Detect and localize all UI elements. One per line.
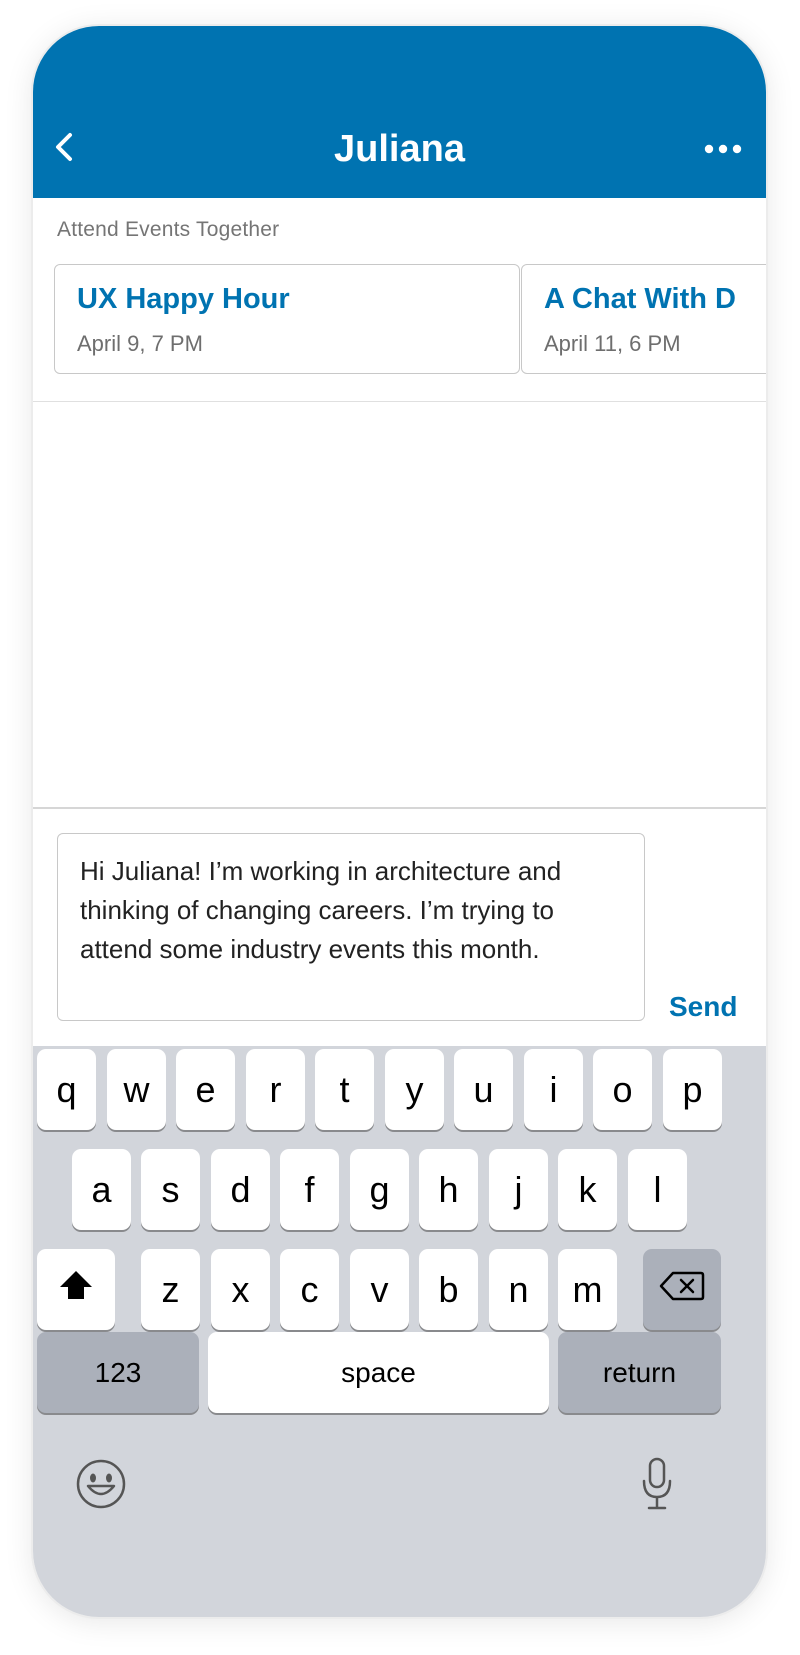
backspace-icon [659, 1269, 705, 1311]
key-n[interactable]: n [489, 1249, 548, 1330]
key-q[interactable]: q [37, 1049, 96, 1130]
key-v[interactable]: v [350, 1249, 409, 1330]
microphone-icon [640, 1457, 674, 1516]
key-e[interactable]: e [176, 1049, 235, 1130]
key-o[interactable]: o [593, 1049, 652, 1130]
return-key[interactable]: return [558, 1332, 721, 1413]
key-g[interactable]: g [350, 1149, 409, 1230]
divider [33, 807, 766, 809]
key-l[interactable]: l [628, 1149, 687, 1230]
ellipsis-icon [704, 141, 742, 159]
key-d[interactable]: d [211, 1149, 270, 1230]
phone-screen: Juliana Attend Events Together UX Happy … [33, 26, 766, 1617]
conversation-header: Juliana [33, 26, 766, 198]
numbers-key[interactable]: 123 [37, 1332, 199, 1413]
shift-key[interactable] [37, 1249, 115, 1330]
key-m[interactable]: m [558, 1249, 617, 1330]
key-f[interactable]: f [280, 1149, 339, 1230]
key-a[interactable]: a [72, 1149, 131, 1230]
emoji-button[interactable] [73, 1458, 129, 1514]
microphone-button[interactable] [637, 1456, 677, 1516]
event-title: UX Happy Hour [77, 283, 290, 315]
event-title: A Chat With D [544, 283, 736, 315]
event-date: April 11, 6 PM [544, 331, 681, 356]
event-card[interactable]: A Chat With D April 11, 6 PM [521, 264, 766, 374]
message-input[interactable]: Hi Juliana! I’m working in architecture … [57, 833, 645, 1021]
send-button[interactable]: Send [669, 991, 737, 1023]
divider [33, 401, 766, 402]
key-t[interactable]: t [315, 1049, 374, 1130]
key-k[interactable]: k [558, 1149, 617, 1230]
more-options-button[interactable] [698, 138, 748, 162]
key-x[interactable]: x [211, 1249, 270, 1330]
event-card[interactable]: UX Happy Hour April 9, 7 PM [54, 264, 520, 374]
key-r[interactable]: r [246, 1049, 305, 1130]
keyboard: q w e r t y u i o p a s d f g h j k l z … [33, 1046, 766, 1617]
page-title: Juliana [334, 128, 465, 170]
key-u[interactable]: u [454, 1049, 513, 1130]
key-y[interactable]: y [385, 1049, 444, 1130]
key-i[interactable]: i [524, 1049, 583, 1130]
key-p[interactable]: p [663, 1049, 722, 1130]
key-c[interactable]: c [280, 1249, 339, 1330]
space-key[interactable]: space [208, 1332, 549, 1413]
event-date: April 9, 7 PM [77, 331, 203, 356]
key-b[interactable]: b [419, 1249, 478, 1330]
delete-key[interactable] [643, 1249, 721, 1330]
key-j[interactable]: j [489, 1149, 548, 1230]
key-h[interactable]: h [419, 1149, 478, 1230]
key-s[interactable]: s [141, 1149, 200, 1230]
emoji-icon [75, 1458, 127, 1515]
shift-arrow-icon [57, 1268, 95, 1311]
key-z[interactable]: z [141, 1249, 200, 1330]
key-w[interactable]: w [107, 1049, 166, 1130]
events-section-label: Attend Events Together [57, 218, 280, 241]
